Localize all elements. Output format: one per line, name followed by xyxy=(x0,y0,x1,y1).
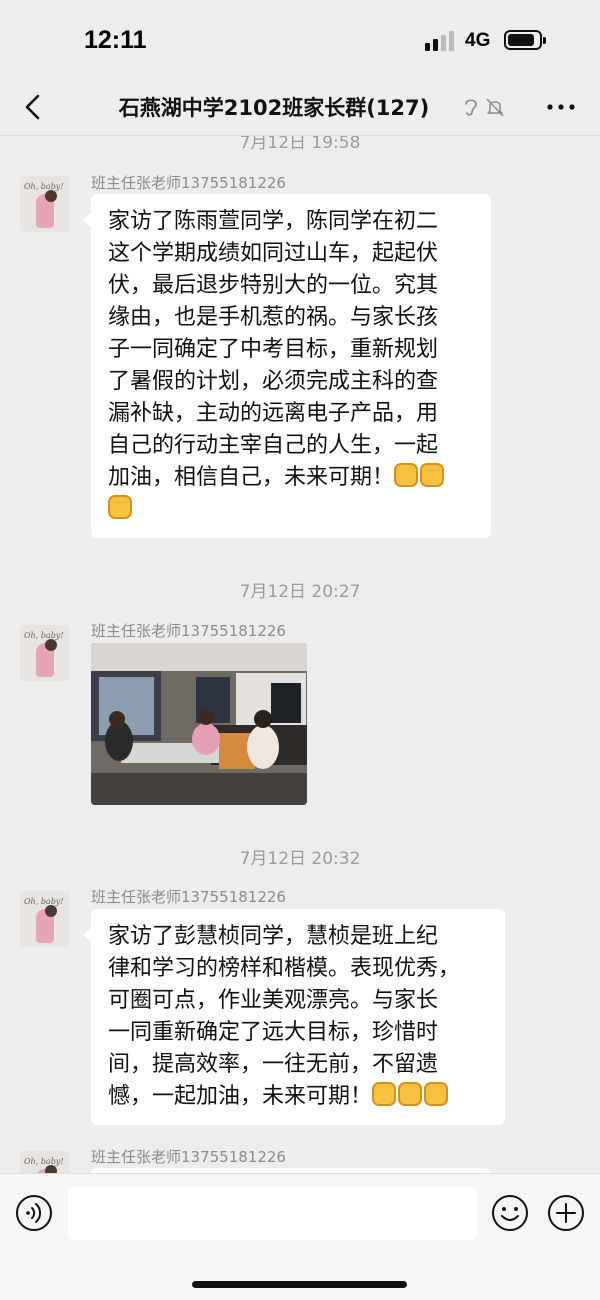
avatar-text: Oh, baby! xyxy=(24,631,64,640)
message-line: 加油，相信自己，未来可期！ xyxy=(108,465,395,490)
message-line: 间，提高效率，一往无前，不留遗 xyxy=(108,1052,439,1077)
fist-emoji-icon xyxy=(420,463,445,487)
message-line: 可圈可点，作业美观漂亮。与家长 xyxy=(108,988,439,1013)
avatar[interactable]: Oh, baby! xyxy=(20,625,70,681)
group-title: 石燕湖中学2102班家长群(127) xyxy=(118,96,430,120)
photo-image xyxy=(91,643,307,805)
message-line: 了暑假的计划，必须完成主科的查 xyxy=(108,369,439,394)
photo-message[interactable] xyxy=(91,643,307,805)
avatar[interactable]: Oh, baby! xyxy=(20,891,70,947)
message-line: 缘由，也是手机惹的祸。与家长孩 xyxy=(108,305,439,330)
message-line: 子一同确定了中考目标，重新规划 xyxy=(108,337,439,362)
avatar-text: Oh, baby! xyxy=(24,1157,64,1166)
avatar[interactable]: Oh, baby! xyxy=(20,1151,70,1173)
emoji-icon[interactable] xyxy=(491,1194,529,1232)
sender-name: 班主任张老师13755181226 xyxy=(91,174,286,192)
avatar-text: Oh, baby! xyxy=(24,182,64,191)
fist-emoji-icon xyxy=(394,463,419,487)
ear-icon xyxy=(465,99,477,116)
add-attachment-icon[interactable] xyxy=(547,1194,585,1232)
voice-input-icon[interactable] xyxy=(15,1194,53,1232)
home-indicator[interactable] xyxy=(192,1281,407,1288)
fist-emoji-icon xyxy=(424,1082,449,1106)
timestamp: 7月12日 20:32 xyxy=(239,849,361,869)
message-line: 自己的行动主宰自己的人生，一起 xyxy=(108,433,439,458)
message-bubble[interactable]: 家访了彭慧桢同学，慧桢是班上纪 律和学习的榜样和楷模。表现优秀， 可圈可点，作业… xyxy=(83,909,505,1125)
message-line: 一同重新确定了远大目标，珍惜时 xyxy=(108,1020,439,1045)
message-bubble[interactable]: 家访了陈雨萱同学，陈同学在初二 这个学期成绩如同过山车，起起伏 伏，最后退步特别… xyxy=(83,194,491,538)
sender-name: 班主任张老师13755181226 xyxy=(91,888,286,906)
avatar[interactable]: Oh, baby! xyxy=(20,176,70,232)
sender-name: 班主任张老师13755181226 xyxy=(91,622,286,640)
more-options-icon[interactable] xyxy=(545,96,577,118)
message-line: 漏补缺，主动的远离电子产品，用 xyxy=(108,401,439,426)
message-line: 伏，最后退步特别大的一位。究其 xyxy=(108,273,439,298)
battery-icon xyxy=(504,30,546,50)
status-time: 12:11 xyxy=(84,26,147,54)
signal-icon xyxy=(425,31,457,51)
message-line: 律和学习的榜样和楷模。表现优秀， xyxy=(108,956,461,981)
chat-area[interactable]: 7月12日 19:58 Oh, baby! 班主任张老师13755181226 … xyxy=(0,136,600,1173)
chat-header: 石燕湖中学2102班家长群(127) xyxy=(0,80,600,136)
input-bar xyxy=(0,1173,600,1300)
message-line: 家访了彭慧桢同学，慧桢是班上纪 xyxy=(108,924,439,949)
timestamp: 7月12日 20:27 xyxy=(239,582,361,602)
avatar-text: Oh, baby! xyxy=(24,897,64,906)
message-line: 这个学期成绩如同过山车，起起伏 xyxy=(108,241,439,266)
message-input[interactable] xyxy=(68,1187,477,1240)
mute-bell-icon xyxy=(486,98,504,117)
message-line: 家访了陈雨萱同学，陈同学在初二 xyxy=(108,209,439,234)
fist-emoji-icon xyxy=(372,1082,397,1106)
fist-emoji-icon xyxy=(108,495,132,519)
sender-name: 班主任张老师13755181226 xyxy=(91,1148,286,1166)
message-line: 憾，一起加油，未来可期！ xyxy=(108,1084,373,1109)
network-label: 4G xyxy=(465,30,491,51)
timestamp: 7月12日 19:58 xyxy=(239,136,361,153)
status-bar: 12:11 4G xyxy=(0,0,600,80)
fist-emoji-icon xyxy=(398,1082,423,1106)
